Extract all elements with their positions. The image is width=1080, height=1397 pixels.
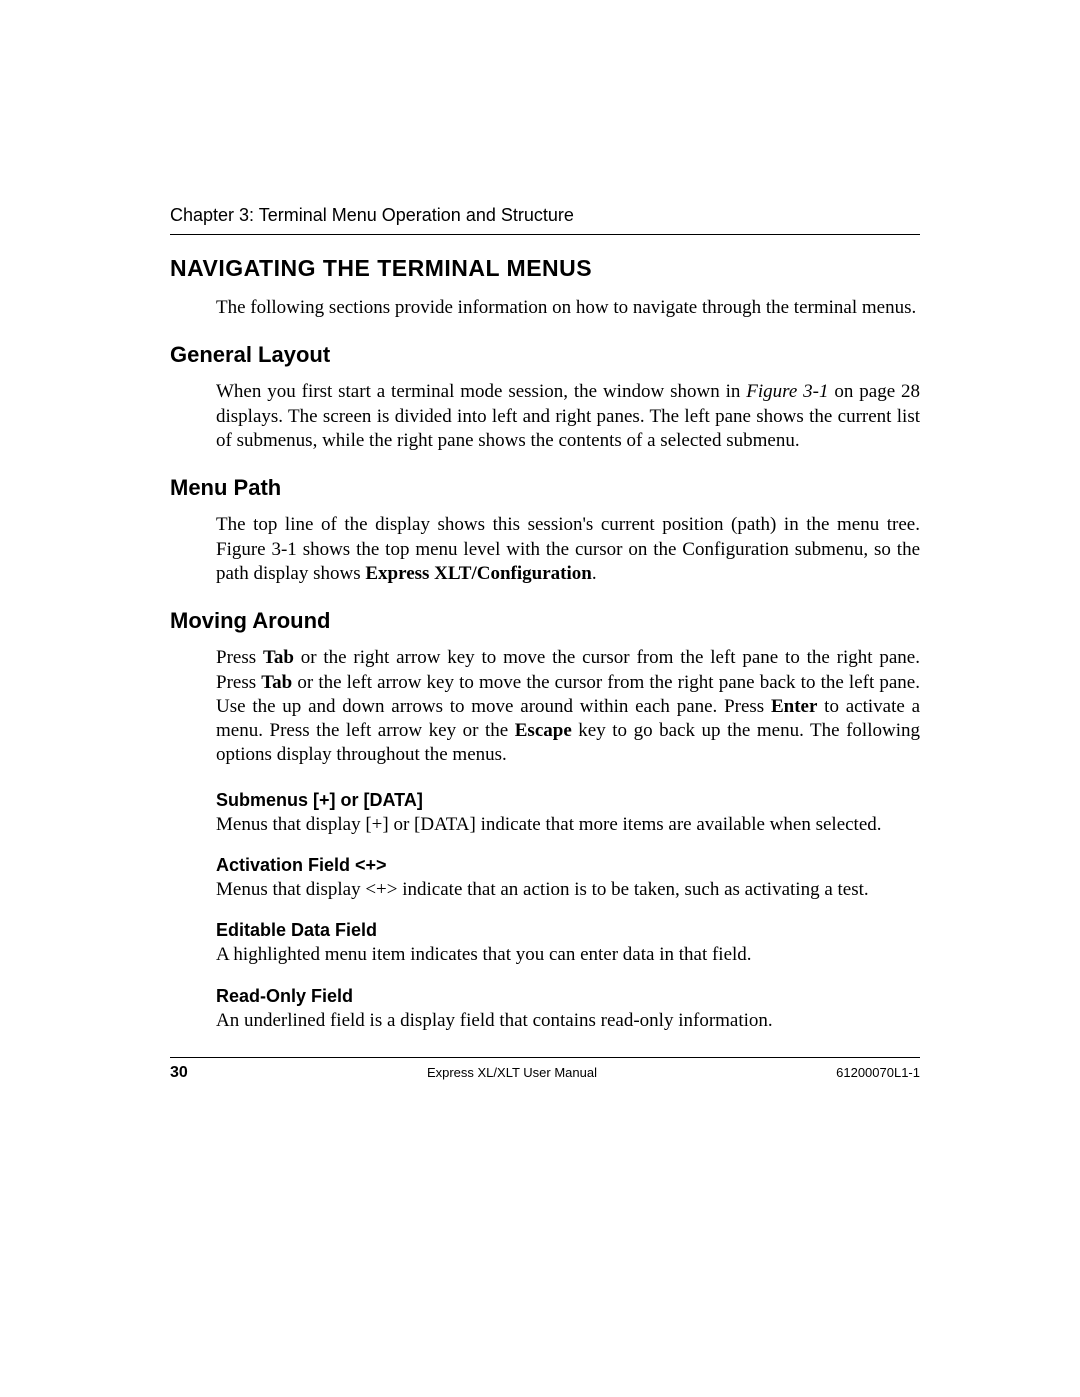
subsub-read-only-field: Read-Only Field	[216, 986, 920, 1007]
subheading-general-layout: General Layout	[170, 342, 920, 368]
text-run: Press	[216, 647, 263, 668]
submenus-body: Menus that display [+] or [DATA] indicat…	[216, 813, 920, 837]
key-enter: Enter	[771, 696, 817, 717]
key-tab: Tab	[263, 647, 294, 668]
intro-block: The following sections provide informati…	[216, 296, 920, 320]
bold-path-example: Express XLT/Configuration	[365, 563, 591, 584]
read-only-field-body: An underlined field is a display field t…	[216, 1009, 920, 1033]
menu-path-paragraph: The top line of the display shows this s…	[216, 513, 920, 586]
subsub-activation-field: Activation Field <+>	[216, 855, 920, 876]
footer-doc-code: 61200070L1-1	[836, 1065, 920, 1080]
subheading-menu-path: Menu Path	[170, 475, 920, 501]
moving-around-paragraph: Press Tab or the right arrow key to move…	[216, 646, 920, 768]
text-run: .	[592, 563, 597, 584]
section-heading-navigating: NAVIGATING THE TERMINAL MENUS	[170, 255, 920, 282]
editable-data-field-body: A highlighted menu item indicates that y…	[216, 943, 920, 967]
manual-page: Chapter 3: Terminal Menu Operation and S…	[0, 0, 1080, 1397]
chapter-header: Chapter 3: Terminal Menu Operation and S…	[170, 205, 920, 226]
page-number: 30	[170, 1064, 188, 1082]
intro-paragraph: The following sections provide informati…	[216, 296, 920, 320]
footer-rule	[170, 1057, 920, 1058]
key-escape: Escape	[515, 720, 572, 741]
subheading-moving-around: Moving Around	[170, 608, 920, 634]
general-layout-paragraph: When you first start a terminal mode ses…	[216, 380, 920, 453]
figure-reference: Figure 3-1	[746, 381, 828, 402]
activation-field-body: Menus that display <+> indicate that an …	[216, 878, 920, 902]
header-rule	[170, 234, 920, 235]
page-footer: 30 Express XL/XLT User Manual 61200070L1…	[170, 1064, 920, 1082]
key-tab: Tab	[261, 672, 292, 693]
footer-center: Express XL/XLT User Manual	[427, 1065, 597, 1080]
subsub-editable-data-field: Editable Data Field	[216, 920, 920, 941]
subsub-submenus: Submenus [+] or [DATA]	[216, 790, 920, 811]
text-run: When you first start a terminal mode ses…	[216, 381, 746, 402]
